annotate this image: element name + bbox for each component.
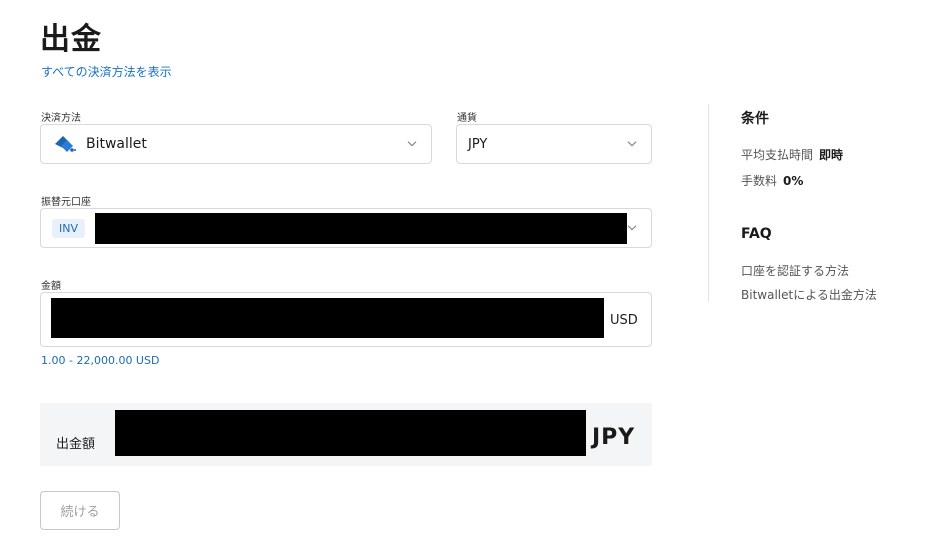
faq-link-verify-account[interactable]: 口座を認証する方法 bbox=[741, 262, 849, 279]
redacted-amount-value bbox=[51, 298, 604, 338]
bitwallet-logo-icon bbox=[55, 136, 76, 152]
fee-label: 手数料 bbox=[741, 174, 778, 188]
redacted-account-number bbox=[95, 213, 627, 244]
payment-method-label: 決済方法 bbox=[41, 113, 81, 124]
all-payment-methods-link[interactable]: すべての決済方法を表示 bbox=[41, 63, 172, 80]
amount-label: 金額 bbox=[41, 281, 61, 292]
average-payout-time-label: 平均支払時間 bbox=[741, 148, 814, 162]
continue-button[interactable]: 続ける bbox=[40, 491, 120, 530]
amount-range-hint: 1.00 - 22,000.00 USD bbox=[41, 354, 160, 367]
average-payout-time-value: 即時 bbox=[819, 148, 844, 162]
withdrawal-currency: JPY bbox=[592, 425, 636, 450]
fee-value: 0% bbox=[783, 174, 804, 188]
average-payout-time: 平均支払時間 即時 bbox=[741, 146, 843, 163]
currency-select[interactable]: JPY bbox=[456, 124, 652, 164]
conditions-heading: 条件 bbox=[741, 111, 769, 127]
currency-value: JPY bbox=[468, 136, 488, 152]
chevron-down-icon bbox=[627, 225, 637, 231]
faq-heading: FAQ bbox=[741, 226, 772, 242]
payment-method-value: Bitwallet bbox=[86, 136, 147, 152]
source-account-label: 振替元口座 bbox=[41, 197, 91, 208]
faq-link-bitwallet-withdrawal[interactable]: Bitwalletによる出金方法 bbox=[741, 286, 877, 303]
withdrawal-amount-label: 出金額 bbox=[56, 437, 96, 452]
redacted-withdrawal-amount bbox=[115, 410, 586, 456]
payment-method-select[interactable]: Bitwallet bbox=[40, 124, 432, 164]
currency-label: 通貨 bbox=[457, 113, 477, 124]
withdrawal-summary: 出金額 JPY bbox=[40, 403, 652, 466]
chevron-down-icon bbox=[407, 141, 417, 147]
amount-currency-suffix: USD bbox=[610, 313, 638, 328]
account-type-badge: INV bbox=[52, 218, 85, 238]
sidebar-divider bbox=[708, 104, 709, 302]
page-title: 出金 bbox=[40, 22, 102, 57]
fee-info: 手数料 0% bbox=[741, 172, 803, 189]
chevron-down-icon bbox=[627, 141, 637, 147]
